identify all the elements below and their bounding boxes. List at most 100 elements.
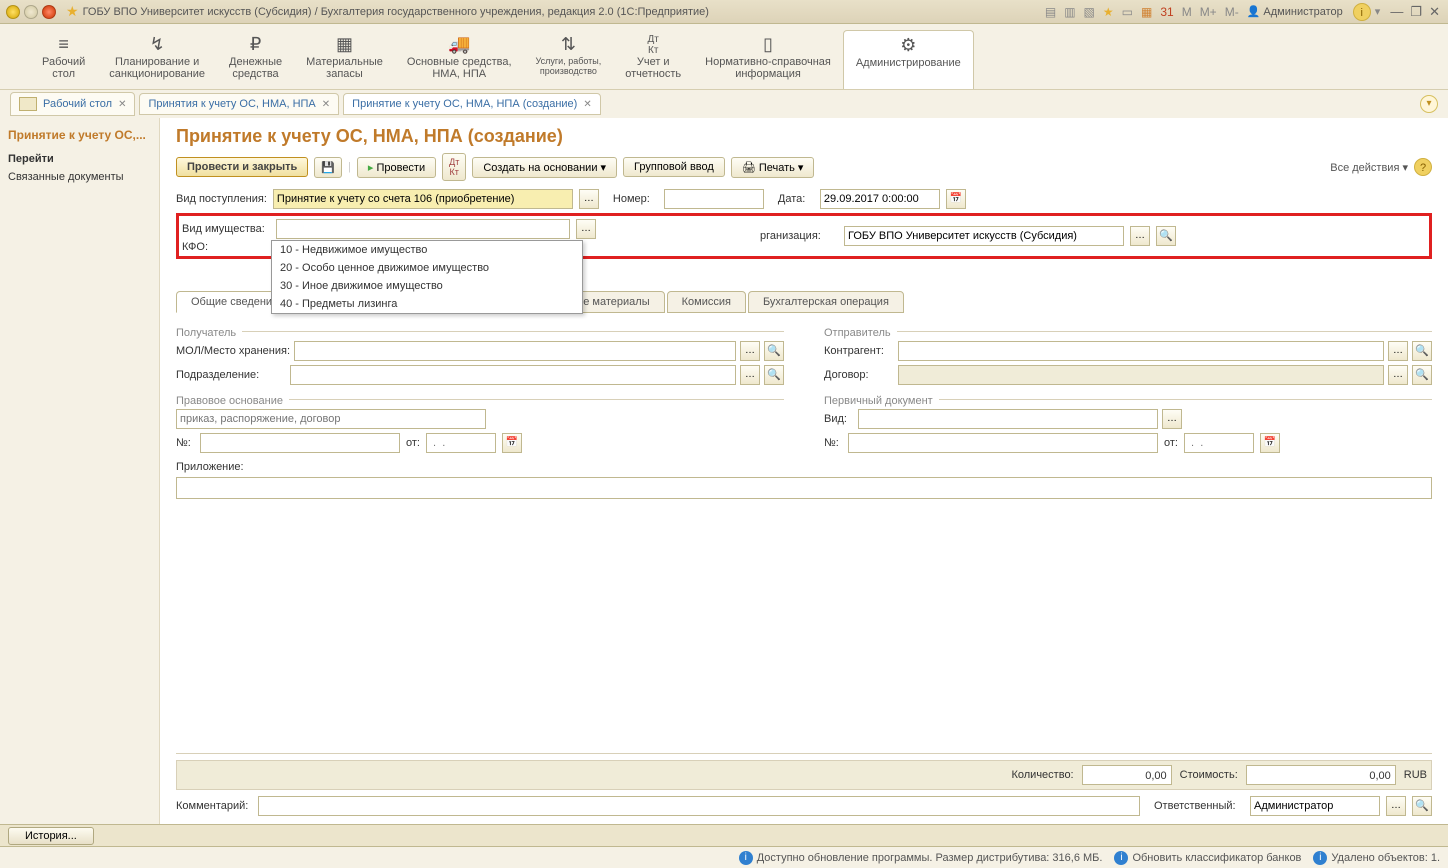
status-deleted[interactable]: iУдалено объектов: 1. <box>1313 851 1440 865</box>
grid-icon[interactable]: ▦ <box>1139 5 1154 19</box>
tool-icon[interactable]: ▧ <box>1082 5 1097 19</box>
window-traffic-lights <box>6 5 56 19</box>
menu-materials[interactable]: ▦Материальные запасы <box>294 30 395 89</box>
mplus-icon[interactable]: M+ <box>1198 5 1219 19</box>
primary-date-input[interactable] <box>1184 433 1254 453</box>
primary-calendar-button[interactable]: 📅 <box>1260 433 1280 453</box>
org-input[interactable] <box>844 226 1124 246</box>
history-button[interactable]: История... <box>8 827 94 845</box>
tab-commission[interactable]: Комиссия <box>667 291 746 313</box>
kontr-input[interactable] <box>898 341 1384 361</box>
mol-input[interactable] <box>294 341 736 361</box>
org-search-button[interactable]: 🔍 <box>1156 226 1176 246</box>
post-and-close-button[interactable]: Провести и закрыть <box>176 157 308 177</box>
vid-imusch-select-button[interactable]: … <box>576 219 596 239</box>
responsible-input[interactable] <box>1250 796 1380 816</box>
primary-vid-input[interactable] <box>858 409 1158 429</box>
status-classifier[interactable]: iОбновить классификатор банков <box>1114 851 1301 865</box>
responsible-select-button[interactable]: … <box>1386 796 1406 816</box>
print-button[interactable]: 🖨 Печать ▾ <box>731 157 815 178</box>
sidebar-related-docs[interactable]: Связанные документы <box>8 168 151 186</box>
mol-search-button[interactable]: 🔍 <box>764 341 784 361</box>
menu-accounting[interactable]: Дт КтУчет и отчетность <box>613 30 693 89</box>
dropdown-option[interactable]: 40 - Предметы лизинга <box>272 295 582 313</box>
primary-no-input[interactable] <box>848 433 1158 453</box>
menu-planning[interactable]: ↯Планирование и санкционирование <box>97 30 217 89</box>
close-icon[interactable]: ✕ <box>118 99 126 110</box>
data-input[interactable] <box>820 189 940 209</box>
user-label[interactable]: 👤 Администратор <box>1247 5 1343 18</box>
dogovor-select-button[interactable]: … <box>1388 365 1408 385</box>
status-update[interactable]: iДоступно обновление программы. Размер д… <box>739 851 1103 865</box>
legal-no-input[interactable] <box>200 433 400 453</box>
tab-asset-list[interactable]: Принятия к учету ОС, НМА, НПА ✕ <box>139 93 339 115</box>
mminus-icon[interactable]: M- <box>1223 5 1241 19</box>
1c-icon <box>6 5 20 19</box>
dropdown-option[interactable]: 20 - Особо ценное движимое имущество <box>272 259 582 277</box>
tool-icon[interactable]: ▥ <box>1062 5 1077 19</box>
help-icon[interactable]: ? <box>1414 158 1432 176</box>
menu-services[interactable]: ⇅Услуги, работы, производство <box>524 30 614 89</box>
post-button[interactable]: ▸ Провести <box>357 157 436 178</box>
podrazd-select-button[interactable]: … <box>740 365 760 385</box>
tool-icon[interactable]: ▤ <box>1043 5 1058 19</box>
dogovor-search-button[interactable]: 🔍 <box>1412 365 1432 385</box>
legal-basis-input[interactable] <box>176 409 486 429</box>
tabs-dropdown-icon[interactable]: ▾ <box>1420 95 1438 113</box>
menu-desktop[interactable]: ≡Рабочий стол <box>30 30 97 89</box>
menu-reference[interactable]: ▯Нормативно-справочная информация <box>693 30 843 89</box>
star-icon[interactable]: ★ <box>1101 5 1116 19</box>
mol-select-button[interactable]: … <box>740 341 760 361</box>
vid-post-input[interactable] <box>273 189 573 209</box>
calendar-icon[interactable]: 31 <box>1158 5 1175 19</box>
kontr-select-button[interactable]: … <box>1388 341 1408 361</box>
primary-title: Первичный документ <box>824 395 933 407</box>
legal-calendar-button[interactable]: 📅 <box>502 433 522 453</box>
close-icon[interactable]: ✕ <box>583 99 591 110</box>
tab-accounting-op[interactable]: Бухгалтерская операция <box>748 291 904 313</box>
m-icon[interactable]: M <box>1180 5 1194 19</box>
menu-icon: ⇅ <box>536 32 602 56</box>
close-button[interactable]: ✕ <box>1429 4 1440 19</box>
close-icon[interactable]: ✕ <box>322 99 330 110</box>
tab-desktop[interactable]: Рабочий стол ✕ <box>10 92 135 116</box>
responsible-search-button[interactable]: 🔍 <box>1412 796 1432 816</box>
history-bar: История... <box>0 824 1448 846</box>
primary-vid-select-button[interactable]: … <box>1162 409 1182 429</box>
gear-icon: ⚙ <box>856 33 961 57</box>
attach-input[interactable] <box>176 477 1432 499</box>
org-select-button[interactable]: … <box>1130 226 1150 246</box>
tab-bar: Рабочий стол ✕ Принятия к учету ОС, НМА,… <box>0 90 1448 118</box>
totals-row: Количество: 0,00 Стоимость: 0,00 RUB <box>176 760 1432 790</box>
dropdown-icon[interactable]: ▾ <box>1375 5 1381 18</box>
vid-imusch-input[interactable] <box>276 219 570 239</box>
nomer-input[interactable] <box>664 189 764 209</box>
podrazd-input[interactable] <box>290 365 736 385</box>
help-icon[interactable]: i <box>1353 3 1371 21</box>
menu-assets[interactable]: 🚚Основные средства, НМА, НПА <box>395 30 524 89</box>
forward-icon[interactable] <box>42 5 56 19</box>
dropdown-option[interactable]: 10 - Недвижимое имущество <box>272 241 582 259</box>
dropdown-option[interactable]: 30 - Иное движимое имущество <box>272 277 582 295</box>
save-button[interactable]: 💾 <box>314 157 342 178</box>
dtkt-button[interactable]: ДтКт <box>442 153 466 181</box>
comment-input[interactable] <box>258 796 1140 816</box>
menu-admin[interactable]: ⚙Администрирование <box>843 30 974 89</box>
minimize-button[interactable]: — <box>1390 4 1403 19</box>
kontr-search-button[interactable]: 🔍 <box>1412 341 1432 361</box>
favorite-star-icon[interactable]: ★ <box>66 3 79 20</box>
podrazd-search-button[interactable]: 🔍 <box>764 365 784 385</box>
tab-asset-create[interactable]: Принятие к учету ОС, НМА, НПА (создание)… <box>343 93 601 115</box>
group-input-button[interactable]: Групповой ввод <box>623 157 725 177</box>
vid-post-select-button[interactable]: … <box>579 189 599 209</box>
legal-date-input[interactable] <box>426 433 496 453</box>
back-icon[interactable] <box>24 5 38 19</box>
menu-money[interactable]: ₽Денежные средства <box>217 30 294 89</box>
calendar-button[interactable]: 📅 <box>946 189 966 209</box>
sidebar-goto[interactable]: Перейти <box>8 150 151 168</box>
tool-icon[interactable]: ▭ <box>1120 5 1135 19</box>
maximize-button[interactable]: ❐ <box>1410 4 1422 19</box>
all-actions-button[interactable]: Все действия ▾ <box>1330 161 1408 174</box>
create-based-button[interactable]: Создать на основании ▾ <box>472 157 617 178</box>
dogovor-input[interactable] <box>898 365 1384 385</box>
